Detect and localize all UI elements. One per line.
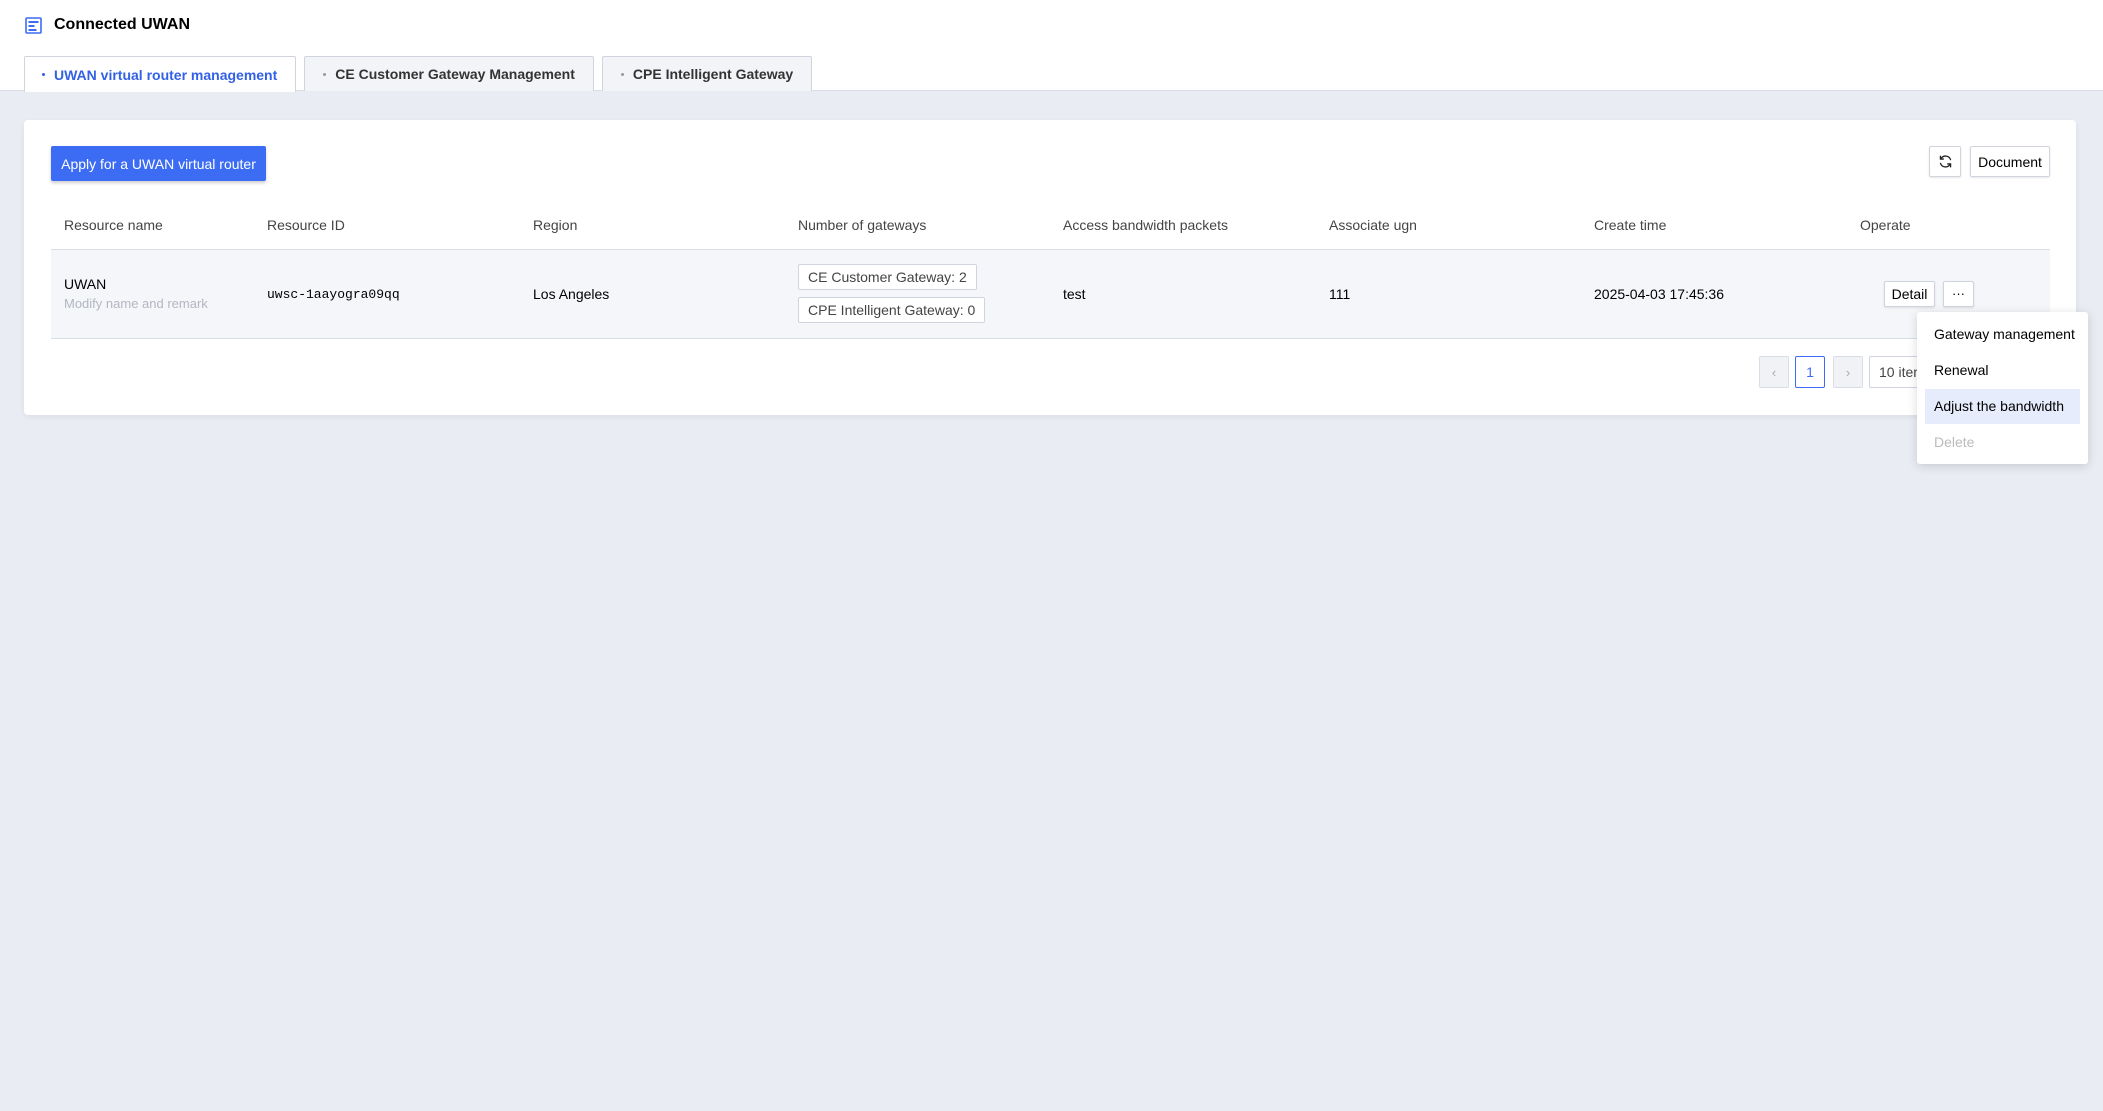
column-header: Create time [1594,217,1667,233]
column-header: Access bandwidth packets [1063,217,1228,233]
detail-button[interactable]: Detail [1884,281,1935,307]
table-row: UWAN Modify name and remark uwsc-1aayogr… [51,250,2050,339]
refresh-icon [1939,155,1951,168]
tab-bar: UWAN virtual router management CE Custom… [24,56,820,92]
more-actions-button[interactable]: ··· [1943,281,1974,307]
page-title: Connected UWAN [54,16,190,33]
cpe-gateway-count-tag: CPE Intelligent Gateway: 0 [798,297,986,323]
column-header: Operate [1860,217,1911,233]
tab-label: CPE Intelligent Gateway [632,66,794,82]
menu-item-gateway-management[interactable]: Gateway management [1925,317,2080,352]
tab-ce-customer-gateway[interactable]: CE Customer Gateway Management [304,56,594,91]
column-header: Resource ID [267,217,345,233]
associate-ugn: 111 [1329,286,1351,302]
column-header: Resource name [64,217,163,233]
refresh-button[interactable] [1929,146,1961,177]
menu-item-adjust-bandwidth[interactable]: Adjust the bandwidth [1925,389,2080,424]
column-header: Associate ugn [1329,217,1417,233]
table-header: Resource name Resource ID Region Number … [51,202,2050,250]
top-header: Connected UWAN UWAN virtual router manag… [0,0,2103,92]
column-header: Number of gateways [798,217,927,233]
bandwidth-packet: test [1063,286,1086,302]
tab-dot-icon [42,73,45,76]
more-actions-menu: Gateway management Renewal Adjust the ba… [1917,312,2088,464]
modify-name-remark-link[interactable]: Modify name and remark [64,296,208,311]
apply-uwan-router-button[interactable]: Apply for a UWAN virtual router [51,146,266,181]
column-header: Region [533,217,578,233]
tab-label: CE Customer Gateway Management [335,66,575,82]
ce-gateway-count-tag: CE Customer Gateway: 2 [798,264,977,290]
menu-item-renewal[interactable]: Renewal [1925,353,2080,388]
resource-id: uwsc-1aayogra09qq [267,287,400,302]
resource-name: UWAN [64,276,107,292]
page-1-button[interactable]: 1 [1795,356,1825,388]
tab-label: UWAN virtual router management [54,66,278,83]
prev-page-button[interactable]: ‹ [1759,356,1789,388]
document-button[interactable]: Document [1970,146,2050,177]
region: Los Angeles [533,286,610,302]
menu-item-delete: Delete [1934,434,1975,450]
tab-dot-icon [620,72,624,76]
content-card: Apply for a UWAN virtual router Document… [24,120,2076,415]
next-page-button[interactable]: › [1833,356,1863,388]
tab-cpe-intelligent-gateway[interactable]: CPE Intelligent Gateway [601,56,813,91]
title-area: Connected UWAN [25,16,190,34]
create-time: 2025-04-03 17:45:36 [1594,286,1724,302]
tab-uwan-virtual-router[interactable]: UWAN virtual router management [24,56,297,92]
tab-dot-icon [323,72,327,76]
uwan-icon [25,16,42,34]
